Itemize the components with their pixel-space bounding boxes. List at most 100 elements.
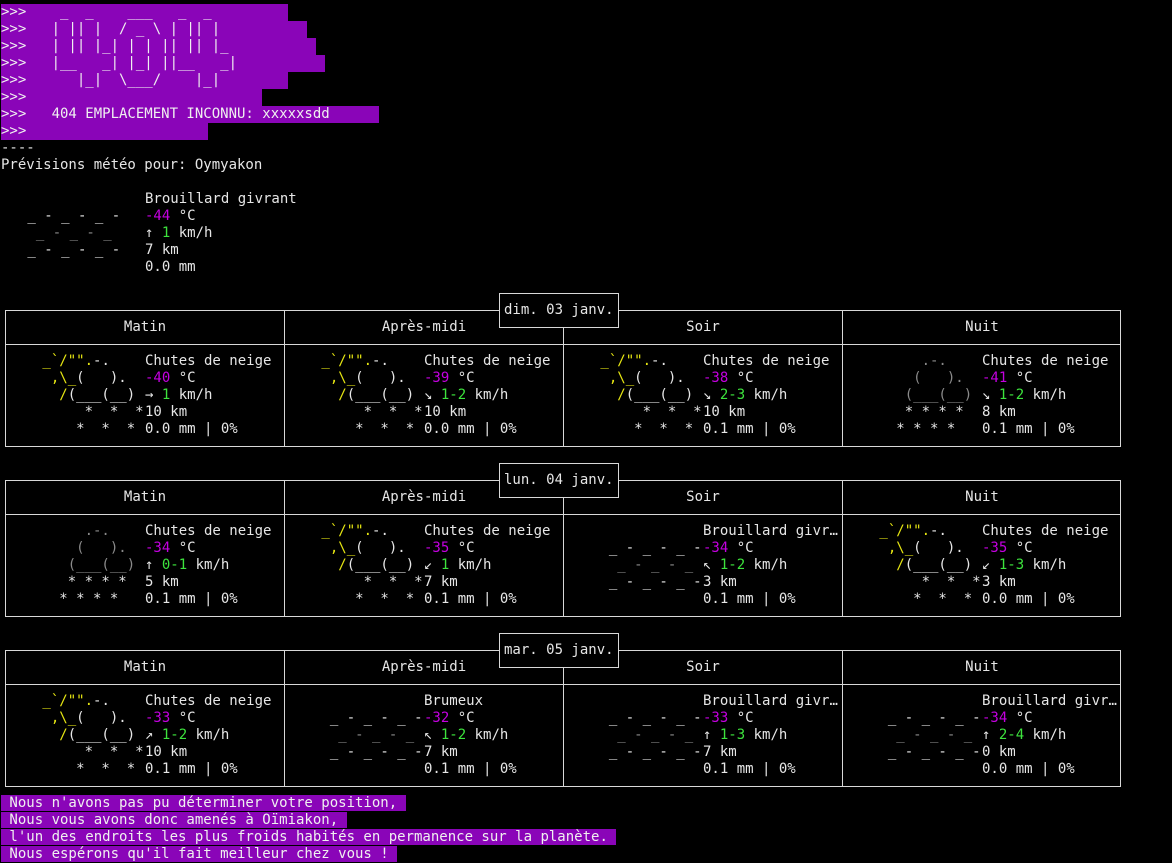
notice-line: Nous vous avons donc amenés à Oïmiakon, [1, 812, 347, 828]
banner-line: >>> |_| \___/ |_| [1, 72, 288, 89]
temperature-unit: °C [1007, 710, 1033, 726]
wind-arrow-icon: ↑ [703, 727, 720, 743]
banner-line: >>> | || |_| | | || || |_ [1, 38, 316, 55]
fog-icon: _ - _ - _ - _ - _ - _ _ - _ - _ - [313, 710, 423, 760]
weather-description: Brumeux [424, 693, 484, 709]
wind-unit: km/h [170, 387, 213, 403]
forecast-cell: _`/"".-. ,\_( ). /(___(__) * * * * * * Ch… [843, 515, 1121, 616]
current-details: Brouillard givrant -44 °C ↑ 1 km/h 7 km … [145, 191, 545, 276]
wind-speed: 2-4 [998, 727, 1025, 743]
notice-line: Nous espérons qu'il fait meilleur chez v… [1, 846, 398, 862]
weather-description: Chutes de neige [982, 353, 1109, 369]
forecast-details: Brouillard givrant -34 °C ↖ 1-2 km/h 3 km 0.… [703, 523, 841, 608]
precipitation: 0.1 mm | 0% [703, 421, 796, 437]
separator: ---- [1, 140, 35, 156]
visibility: 3 km [982, 574, 1016, 590]
wind-unit: km/h [745, 557, 788, 573]
fog-icon: _ - _ - _ - _ - _ - _ _ - _ - _ - [592, 710, 702, 760]
day-forecast: dim. 03 janv. Matin Après-midi Soir Nuit _`/… [5, 293, 1121, 447]
temperature-unit: °C [170, 208, 196, 224]
wind-arrow-icon: ↘ [982, 387, 999, 403]
weather-description: Brouillard givrant [703, 693, 841, 709]
precipitation: 0.1 mm | 0% [424, 591, 517, 607]
light-snow-icon: _`/"".-. ,\_( ). /(___(__) * * * * * * [34, 693, 144, 777]
visibility: 10 km [145, 404, 188, 420]
precipitation: 0.1 mm | 0% [703, 761, 796, 777]
fog-icon: _ - _ - _ - _ - _ - _ _ - _ - _ - [592, 540, 702, 590]
precipitation: 0.0 mm | 0% [145, 421, 238, 437]
banner-line: >>> |__ _| |_| ||__ _| [1, 55, 325, 72]
banner-line: >>> _ _ ___ _ _ [1, 4, 288, 21]
visibility: 0 km [982, 744, 1016, 760]
temperature: -35 [982, 540, 1008, 556]
forecast-cell: _ - _ - _ - _ - _ - _ _ - _ - _ - Brouil… [564, 515, 843, 616]
wind-arrow-icon: ↗ [145, 727, 162, 743]
current-precipitation: 0.0 mm [145, 259, 196, 275]
forecast-details: Brouillard givrant -33 °C ↑ 1-3 km/h 7 km 0.… [703, 693, 841, 778]
temperature: -33 [145, 710, 171, 726]
weather-description: Brouillard givrant [703, 523, 841, 539]
temperature-unit: °C [1007, 370, 1033, 386]
wind-speed: 1-2 [719, 557, 746, 573]
temperature-unit: °C [449, 540, 475, 556]
wind-arrow-icon: ↑ [145, 557, 162, 573]
weather-description: Chutes de neige [982, 523, 1109, 539]
wind-speed: 1-2 [161, 727, 188, 743]
forecast-days: dim. 03 janv. Matin Après-midi Soir Nuit _`/… [1, 293, 1171, 795]
current-visibility: 7 km [145, 242, 179, 258]
temperature-unit: °C [170, 540, 196, 556]
temperature: -41 [982, 370, 1008, 386]
notice-line: l'un des endroits les plus froids habité… [1, 829, 617, 845]
banner-line: >>> [1, 89, 262, 106]
weather-description: Chutes de neige [703, 353, 830, 369]
precipitation: 0.0 mm | 0% [982, 761, 1075, 777]
wind-arrow-icon: ↙ [424, 557, 441, 573]
day-forecast: lun. 04 janv. Matin Après-midi Soir Nuit .-.… [5, 463, 1121, 617]
wind-unit: km/h [1024, 727, 1067, 743]
period-header: Nuit [843, 311, 1121, 345]
forecast-cell: _ - _ - _ - _ - _ - _ _ - _ - _ - Brumeu… [285, 685, 564, 786]
period-header: Nuit [843, 481, 1121, 515]
forecast-details: Chutes de neige -40 °C → 1 km/h 10 km 0.0 mm… [145, 353, 283, 438]
weather-description: Chutes de neige [424, 353, 551, 369]
forecast-cell: _`/"".-. ,\_( ). /(___(__) * * * * * * Ch… [6, 345, 285, 446]
precipitation: 0.1 mm | 0% [145, 591, 238, 607]
temperature: -34 [145, 540, 171, 556]
fog-icon: _ - _ - _ - _ - _ - _ _ - _ - _ - [871, 710, 981, 760]
light-snow-icon: _`/"".-. ,\_( ). /(___(__) * * * * * * [871, 523, 981, 607]
weather-description: Chutes de neige [145, 693, 272, 709]
wind-unit: km/h [745, 387, 788, 403]
wind-arrow-icon: ↙ [982, 557, 999, 573]
forecast-table: Matin Après-midi Soir Nuit _`/"".-. ,\_( ).… [5, 310, 1121, 447]
wind-arrow-icon: ↘ [424, 387, 441, 403]
forecast-details: Brouillard givrant -34 °C ↑ 2-4 km/h 0 km 0.… [982, 693, 1120, 778]
light-snow-icon: _`/"".-. ,\_( ). /(___(__) * * * * * * [592, 353, 702, 437]
day-date-label: mar. 05 janv. [499, 633, 619, 668]
wind-speed: 1-2 [998, 387, 1025, 403]
visibility: 3 km [703, 574, 737, 590]
forecast-details: Brumeux -32 °C ↖ 1-2 km/h 7 km 0.1 mm | 0% [424, 693, 562, 778]
precipitation: 0.0 mm | 0% [982, 591, 1075, 607]
heavy-snow-icon: .-. ( ). (___(__) * * * * * * * * [34, 523, 136, 607]
wind-unit: km/h [1024, 557, 1067, 573]
weather-description: Chutes de neige [145, 353, 272, 369]
wind-unit: km/h [1024, 387, 1067, 403]
temperature-unit: °C [170, 370, 196, 386]
forecast-title: Prévisions météo pour: Oymyakon [1, 157, 263, 173]
temperature-unit: °C [728, 710, 754, 726]
wind-speed: 1-2 [440, 727, 467, 743]
temperature-unit: °C [1007, 540, 1033, 556]
terminal[interactable]: >>> _ _ ___ _ _ >>> | || | / _ \ | || | … [1, 4, 1171, 862]
current-description: Brouillard givrant [145, 191, 297, 207]
forecast-cell: _`/"".-. ,\_( ). /(___(__) * * * * * * Ch… [285, 345, 564, 446]
wind-unit: km/h [449, 557, 492, 573]
visibility: 7 km [703, 744, 737, 760]
banner-line: >>> | || | / _ \ | || | [1, 21, 307, 38]
banner-line: >>> [1, 123, 208, 140]
forecast-cell: _ - _ - _ - _ - _ - _ _ - _ - _ - Brouil… [564, 685, 843, 786]
visibility: 5 km [145, 574, 179, 590]
wind-arrow-icon: ↑ [145, 225, 162, 241]
period-header: Matin [6, 311, 285, 345]
visibility: 7 km [424, 574, 458, 590]
heavy-snow-icon: .-. ( ). (___(__) * * * * * * * * [871, 353, 973, 437]
